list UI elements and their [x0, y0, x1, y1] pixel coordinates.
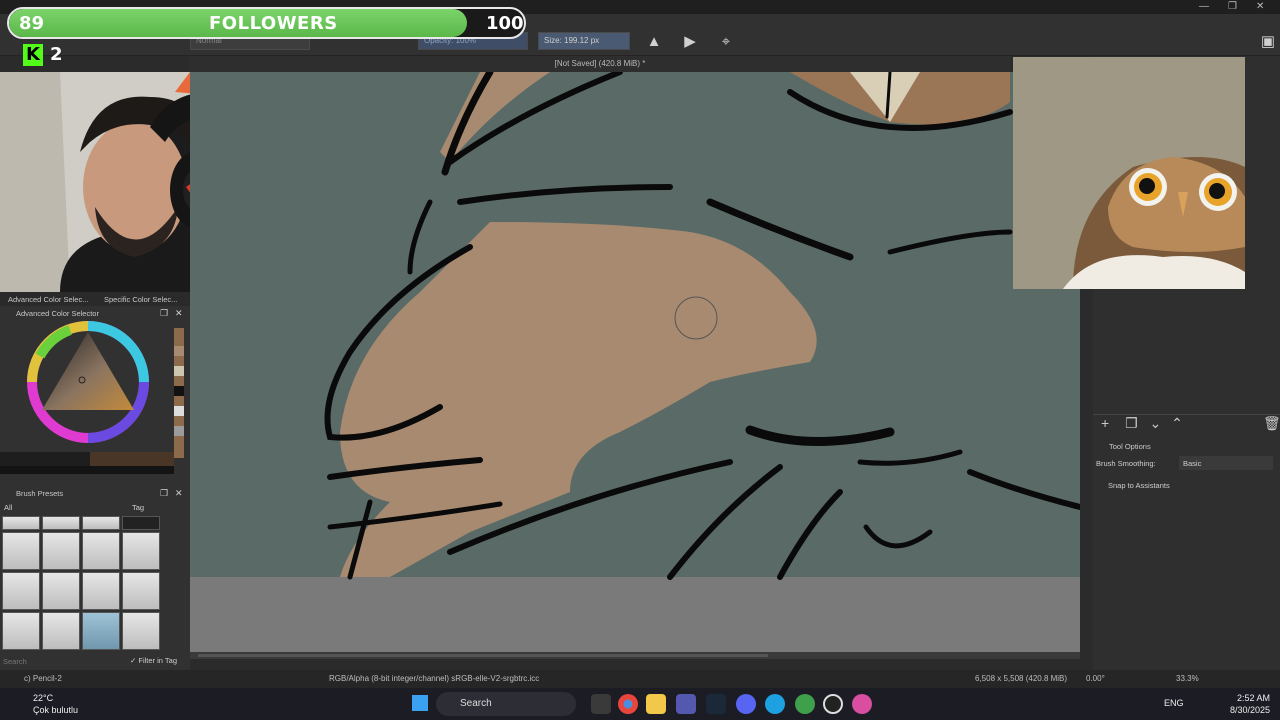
- close-button[interactable]: ✕: [1256, 1, 1264, 12]
- kick-logo-icon: K: [23, 44, 43, 66]
- followers-label: FOLLOWERS: [209, 13, 338, 34]
- zoom-value[interactable]: 33.3%: [1176, 674, 1199, 683]
- reference-image: [1013, 57, 1245, 289]
- language-indicator[interactable]: ENG: [1164, 698, 1184, 708]
- brush-preset[interactable]: [42, 516, 80, 530]
- color-wheel[interactable]: [0, 306, 190, 486]
- maximize-button[interactable]: ❐: [1228, 1, 1237, 12]
- add-layer-icon[interactable]: +: [1101, 415, 1109, 431]
- layer-controls: + ❐ ⌄ ⌃ 🗑: [1093, 414, 1280, 436]
- mirror-vertical-icon[interactable]: ▶: [680, 32, 700, 52]
- brush-preset[interactable]: [82, 532, 120, 570]
- left-docker-tabs: Advanced Color Selec... Specific Color S…: [0, 292, 190, 306]
- mirror-horizontal-icon[interactable]: ▲: [644, 32, 664, 52]
- brush-filter-select[interactable]: All: [4, 503, 12, 512]
- move-down-icon[interactable]: ⌄: [1150, 415, 1162, 431]
- filter-in-tag-label: Filter in Tag: [138, 656, 178, 665]
- color-profile: RGB/Alpha (8-bit integer/channel) sRGB-e…: [329, 674, 540, 683]
- followers-goal: 100: [486, 13, 524, 34]
- brush-preset[interactable]: [42, 612, 80, 650]
- status-bar: c) Pencil-2 RGB/Alpha (8-bit integer/cha…: [0, 670, 1280, 688]
- tab-specific-color-selector[interactable]: Specific Color Selec...: [104, 295, 177, 304]
- brush-smoothing-label: Brush Smoothing:: [1096, 459, 1156, 468]
- current-brush-name: c) Pencil-2: [24, 674, 62, 683]
- krita-window: — ❐ ✕ Normal Opacity: 100% Size: 199.12 …: [0, 0, 1280, 720]
- steam-icon[interactable]: [706, 694, 726, 714]
- owl-reference-image: [1013, 57, 1245, 289]
- followers-current: 89: [19, 13, 45, 34]
- krita-icon[interactable]: [852, 694, 872, 714]
- advanced-color-selector-panel: Advanced Color Selector ❐ ✕: [0, 306, 190, 486]
- brush-preset[interactable]: [122, 516, 160, 530]
- brush-preset[interactable]: [82, 572, 120, 610]
- brush-preset[interactable]: [2, 612, 40, 650]
- brush-presets-panel: Brush Presets ❐ ✕ All Tag Search ✓ Filte…: [0, 486, 190, 670]
- minimize-button[interactable]: —: [1199, 1, 1209, 12]
- windows-start-icon[interactable]: [412, 695, 428, 711]
- brush-smoothing-select[interactable]: Basic: [1179, 456, 1273, 470]
- close-docker-icon[interactable]: ✕: [175, 488, 183, 499]
- kick-count: 2: [50, 44, 63, 65]
- edge-icon[interactable]: [765, 694, 785, 714]
- taskbar-search-placeholder: Search: [460, 698, 492, 709]
- brush-preset[interactable]: [2, 516, 40, 530]
- canvas-area[interactable]: [190, 72, 1080, 659]
- delete-layer-icon[interactable]: 🗑: [1263, 415, 1280, 432]
- taskbar-search-input[interactable]: Search: [436, 692, 576, 716]
- task-view-icon[interactable]: [591, 694, 611, 714]
- wrap-around-icon[interactable]: ⌖: [716, 32, 736, 52]
- discord-icon[interactable]: [736, 694, 756, 714]
- brush-preset[interactable]: [122, 572, 160, 610]
- drawing-canvas[interactable]: [190, 72, 1080, 659]
- followers-goal-widget: 89 FOLLOWERS 100: [7, 7, 526, 39]
- teams-icon[interactable]: [676, 694, 696, 714]
- tool-options-title: Tool Options: [1109, 442, 1151, 451]
- weather-temp[interactable]: 22°C: [33, 693, 53, 703]
- brush-preset[interactable]: [122, 532, 160, 570]
- tab-advanced-color-selector[interactable]: Advanced Color Selec...: [8, 295, 88, 304]
- brush-preset[interactable]: [2, 532, 40, 570]
- move-up-icon[interactable]: ⌃: [1171, 415, 1183, 431]
- brush-preset-selected[interactable]: [82, 612, 120, 650]
- document-title: [Not Saved] (420.8 MiB) *: [190, 56, 1010, 72]
- chrome-icon[interactable]: [618, 694, 638, 714]
- clock-time[interactable]: 2:52 AM: [1237, 693, 1270, 703]
- brush-preset[interactable]: [82, 516, 120, 530]
- filter-in-tag-checkbox[interactable]: ✓ Filter in Tag: [130, 656, 177, 665]
- snap-to-assistants-checkbox[interactable]: Snap to Assistants: [1108, 481, 1170, 490]
- windows-taskbar: 22°C Çok bulutlu Search ENG 2:52 AM 8/30…: [0, 688, 1280, 720]
- obs-icon[interactable]: [823, 694, 843, 714]
- duplicate-layer-icon[interactable]: ❐: [1125, 415, 1138, 431]
- chrome-alt-icon[interactable]: [795, 694, 815, 714]
- brush-preset[interactable]: [2, 572, 40, 610]
- brush-preset[interactable]: [122, 612, 160, 650]
- rotation-value[interactable]: 0.00°: [1086, 674, 1105, 683]
- brush-search-input[interactable]: Search: [3, 657, 27, 666]
- workspace-icon[interactable]: ▣: [1258, 32, 1278, 52]
- tag-button[interactable]: Tag: [132, 503, 144, 512]
- file-explorer-icon[interactable]: [646, 694, 666, 714]
- brush-preset[interactable]: [42, 572, 80, 610]
- clock-date[interactable]: 8/30/2025: [1230, 705, 1270, 715]
- brush-size-slider[interactable]: Size: 199.12 px: [538, 32, 630, 50]
- weather-desc[interactable]: Çok bulutlu: [33, 705, 78, 715]
- document-dimensions: 6,508 x 5,508 (420.8 MiB): [975, 674, 1068, 683]
- float-icon[interactable]: ❐: [160, 488, 168, 499]
- brush-preset[interactable]: [42, 532, 80, 570]
